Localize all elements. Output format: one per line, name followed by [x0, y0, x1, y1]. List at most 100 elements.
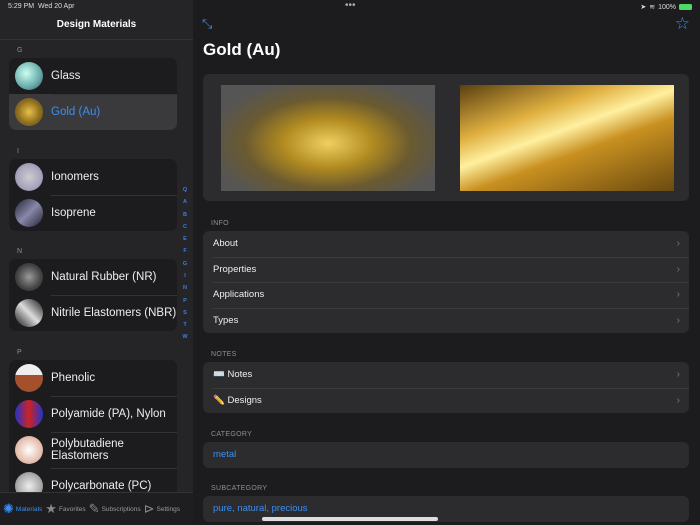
list-item-phenolic[interactable]: Phenolic [9, 360, 177, 396]
notes-list: ⌨️ Notes › ✏️ Designs › [203, 362, 689, 413]
row-types[interactable]: Types › [203, 307, 689, 334]
detail-pane: ••• ➤ ≋ 100% ⤡ ☆ Gold (Au) INFO About › P… [193, 0, 700, 525]
list-item-gold[interactable]: Gold (Au) [9, 94, 177, 130]
category-value[interactable]: metal [203, 442, 689, 468]
index-letter[interactable]: B [183, 211, 187, 221]
row-properties[interactable]: Properties › [203, 256, 689, 283]
list-item-polybutadiene[interactable]: Polybutadiene Elastomers [9, 432, 177, 468]
sidebar: 5:29 PM Wed 20 Apr Design Materials G Gl… [0, 0, 193, 525]
material-group: Phenolic Polyamide (PA), Nylon Polybutad… [9, 360, 177, 504]
item-label: Polyamide (PA), Nylon [51, 408, 166, 420]
favorite-star-icon[interactable]: ☆ [675, 14, 690, 34]
tab-favorites[interactable]: ★ Favorites [45, 501, 85, 517]
index-letter[interactable]: I [184, 272, 186, 282]
index-letter[interactable]: N [183, 284, 187, 294]
gold-thumbnail [15, 98, 43, 126]
tab-label: Favorites [58, 505, 86, 513]
aperture-icon: ✺ [3, 501, 14, 516]
item-label: Natural Rubber (NR) [51, 271, 157, 283]
gold-nugget-image[interactable] [221, 85, 435, 191]
page-title: Gold (Au) [203, 40, 281, 59]
section-header: N [17, 248, 23, 255]
polybutadiene-thumbnail [15, 436, 43, 464]
index-letter[interactable]: E [183, 235, 187, 245]
index-letter[interactable]: P [183, 297, 187, 307]
section-header: I [17, 148, 19, 155]
rubber-thumbnail [15, 263, 43, 291]
row-label: Types [213, 314, 239, 326]
category-header: CATEGORY [211, 431, 253, 438]
tab-label: Settings [156, 505, 181, 513]
multitasking-dots-icon[interactable]: ••• [345, 0, 356, 11]
item-label: Isoprene [51, 207, 96, 219]
battery-percent: 100% [658, 3, 676, 11]
row-notes[interactable]: ⌨️ Notes › [203, 362, 689, 388]
row-label: Applications [213, 289, 265, 301]
item-label: Gold (Au) [51, 106, 101, 118]
tab-materials[interactable]: ✺ Materials [3, 501, 42, 517]
image-gallery [203, 74, 689, 201]
item-label: Polybutadiene Elastomers [51, 438, 124, 462]
compose-icon: ✎ [88, 501, 100, 516]
nitrile-thumbnail [15, 299, 43, 327]
row-label: ✏️ Designs [213, 394, 262, 406]
gold-bars-image[interactable] [460, 85, 674, 191]
tab-label: Subscriptions [101, 505, 141, 513]
row-label: About [213, 238, 238, 250]
item-label: Ionomers [51, 171, 99, 183]
material-group: Ionomers Isoprene [9, 159, 177, 231]
item-label: Nitrile Elastomers (NBR) [51, 307, 177, 319]
index-letter[interactable]: A [183, 198, 187, 208]
ionomers-thumbnail [15, 163, 43, 191]
material-group: Glass Gold (Au) [9, 58, 177, 130]
chevron-right-icon: › [676, 263, 680, 275]
divider [0, 39, 193, 40]
status-date: Wed 20 Apr [38, 3, 75, 10]
index-letter[interactable]: W [182, 333, 187, 343]
chevron-right-icon: › [676, 394, 680, 406]
battery-icon [679, 4, 692, 10]
list-item-isoprene[interactable]: Isoprene [9, 195, 177, 231]
notes-header: NOTES [211, 351, 237, 358]
list-item-nitrile[interactable]: Nitrile Elastomers (NBR) [9, 295, 177, 331]
row-designs[interactable]: ✏️ Designs › [203, 387, 689, 414]
row-applications[interactable]: Applications › [203, 282, 689, 308]
info-header: INFO [211, 220, 229, 227]
tab-settings[interactable]: ⊳ Settings [144, 501, 180, 517]
location-icon: ➤ [640, 4, 647, 11]
wifi-icon: ≋ [649, 4, 656, 11]
isoprene-thumbnail [15, 199, 43, 227]
list-item-glass[interactable]: Glass [9, 58, 177, 94]
chevron-right-icon: › [676, 289, 680, 301]
tab-bar: ✺ Materials ★ Favorites ✎ Subscriptions ⊳ Se… [0, 492, 193, 525]
chevron-right-icon: › [676, 314, 680, 326]
section-index[interactable]: Q A B C E F G I N P S T W [179, 186, 191, 343]
home-indicator[interactable] [262, 517, 438, 521]
index-letter[interactable]: G [183, 260, 187, 270]
index-letter[interactable]: S [183, 309, 187, 319]
material-group: Natural Rubber (NR) Nitrile Elastomers (… [9, 259, 177, 331]
index-search-icon[interactable]: Q [183, 186, 187, 196]
play-circle-icon: ⊳ [143, 501, 155, 516]
subcategory-header: SUBCATEGORY [211, 485, 268, 492]
index-letter[interactable]: T [183, 321, 186, 331]
chevron-right-icon: › [676, 238, 680, 250]
status-time: 5:29 PM [8, 3, 35, 10]
row-label: Properties [213, 263, 257, 275]
tab-subscriptions[interactable]: ✎ Subscriptions [89, 501, 141, 517]
phenolic-thumbnail [15, 364, 43, 392]
row-label: ⌨️ Notes [213, 369, 253, 381]
category-card: metal [203, 442, 689, 468]
expand-icon[interactable]: ⤡ [202, 16, 212, 32]
section-header: G [17, 47, 23, 54]
list-item-natural-rubber[interactable]: Natural Rubber (NR) [9, 259, 177, 295]
row-about[interactable]: About › [203, 231, 689, 257]
item-label: Glass [51, 70, 81, 82]
index-letter[interactable]: C [183, 223, 187, 233]
star-icon: ★ [45, 501, 57, 516]
index-letter[interactable]: F [183, 247, 186, 257]
section-header: P [17, 349, 22, 356]
list-item-ionomers[interactable]: Ionomers [9, 159, 177, 195]
glass-thumbnail [15, 62, 43, 90]
list-item-polyamide[interactable]: Polyamide (PA), Nylon [9, 396, 177, 432]
